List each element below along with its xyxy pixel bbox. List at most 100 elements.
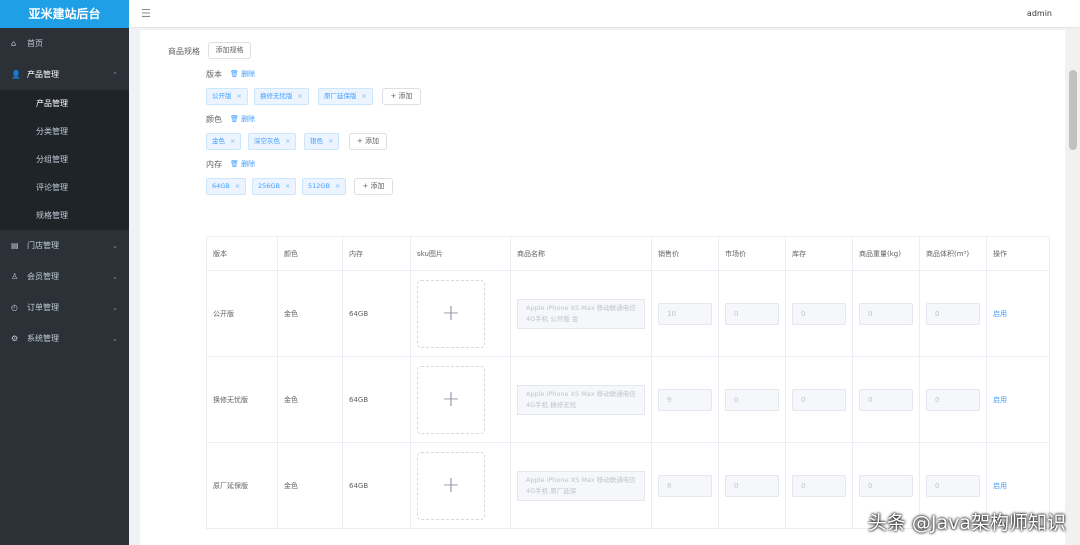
close-icon[interactable]: ×	[362, 92, 367, 100]
col-header: 操作	[986, 236, 1050, 271]
cell-name: Apple iPhone XS Max 移动联通电信4G手机 原厂延保	[510, 442, 652, 529]
market-price-input[interactable]: 0	[725, 474, 779, 497]
close-icon[interactable]: ×	[237, 92, 242, 100]
add-tag-button[interactable]: + 添加	[349, 133, 387, 150]
menu-store[interactable]: ▤ 门店管理 ⌄	[0, 230, 129, 261]
upload-image-button[interactable]: +	[417, 365, 485, 434]
submenu-group[interactable]: 分组管理	[0, 146, 129, 174]
cell-color: 金色	[277, 442, 343, 529]
volume-input[interactable]: 0	[926, 474, 980, 497]
cell-name: Apple iPhone XS Max 移动联通电信4G手机 公开版 金	[510, 270, 652, 357]
close-icon[interactable]: ×	[285, 137, 290, 145]
delete-spec-button[interactable]: 🗑 删除	[230, 69, 255, 79]
cell-image: +	[410, 270, 511, 357]
table-row: 换修无忧版 金色 64GB + Apple iPhone XS Max 移动联通…	[206, 356, 1050, 443]
spec-group-name: 颜色	[206, 115, 222, 124]
sidebar: 亚米建站后台 ⌂ 首页 👤 产品管理 ⌃ 产品管理 分类管理 分组管理 评论管理 规格…	[0, 0, 129, 545]
price-input[interactable]: 8	[658, 474, 712, 497]
col-header: 商品重量(kg)	[852, 236, 920, 271]
close-icon[interactable]: ×	[298, 92, 303, 100]
close-icon[interactable]: ×	[328, 137, 333, 145]
spec-tag: 公开版 ×	[206, 88, 248, 105]
menu-order[interactable]: ◴ 订单管理 ⌄	[0, 292, 129, 323]
submenu-category[interactable]: 分类管理	[0, 118, 129, 146]
upload-image-button[interactable]: +	[417, 279, 485, 348]
product-submenu: 产品管理 分类管理 分组管理 评论管理 规格管理	[0, 90, 129, 230]
submenu-review[interactable]: 评论管理	[0, 174, 129, 202]
spec-group-name: 内存	[206, 160, 222, 169]
cell-memory: 64GB	[342, 442, 411, 529]
volume-input[interactable]: 0	[926, 302, 980, 325]
menu-label: 订单管理	[27, 303, 59, 312]
price-input[interactable]: 10	[658, 302, 712, 325]
cell-volume: 0	[919, 270, 987, 357]
col-header: 颜色	[277, 236, 343, 271]
product-name-textarea[interactable]: Apple iPhone XS Max 移动联通电信4G手机 原厂延保	[517, 470, 645, 501]
sku-table: 版本 颜色 内存 sku图片 商品名称 销售价 市场价 库存 商品重量(kg) …	[206, 236, 1050, 529]
stock-input[interactable]: 0	[792, 302, 846, 325]
delete-spec-button[interactable]: 🗑 删除	[230, 114, 255, 124]
menu-product[interactable]: 👤 产品管理 ⌃	[0, 59, 129, 90]
cell-weight: 0	[852, 270, 920, 357]
hamburger-icon[interactable]: ☰	[141, 7, 151, 20]
enable-link[interactable]: 启用	[993, 396, 1007, 404]
upload-image-button[interactable]: +	[417, 451, 485, 520]
product-name-textarea[interactable]: Apple iPhone XS Max 移动联通电信4G手机 换修无忧	[517, 384, 645, 415]
enable-link[interactable]: 启用	[993, 310, 1007, 318]
user-menu[interactable]: admin	[1027, 9, 1052, 18]
cell-color: 金色	[277, 356, 343, 443]
tag-label: 换修无忧版	[260, 92, 293, 100]
cell-memory: 64GB	[342, 270, 411, 357]
cell-volume: 0	[919, 356, 987, 443]
cell-image: +	[410, 356, 511, 443]
spec-tag: 原厂延保版 ×	[318, 88, 373, 105]
delete-spec-button[interactable]: 🗑 删除	[230, 159, 255, 169]
close-icon[interactable]: ×	[235, 182, 240, 190]
weight-input[interactable]: 0	[859, 388, 913, 411]
col-header: 商品名称	[510, 236, 652, 271]
delete-label: 删除	[241, 160, 256, 168]
spec-tag: 深空灰色 ×	[248, 133, 297, 150]
cell-color: 金色	[277, 270, 343, 357]
add-spec-button[interactable]: 添加规格	[208, 42, 251, 59]
col-header: sku图片	[410, 236, 511, 271]
tag-label: 256GB	[258, 182, 280, 190]
submenu-product[interactable]: 产品管理	[0, 90, 129, 118]
close-icon[interactable]: ×	[335, 182, 340, 190]
tag-label: 公开版	[212, 92, 232, 100]
menu-system[interactable]: ⚙ 系统管理 ⌄	[0, 323, 129, 354]
close-icon[interactable]: ×	[230, 137, 235, 145]
volume-input[interactable]: 0	[926, 388, 980, 411]
cell-action: 启用	[986, 270, 1050, 357]
spec-group-name: 版本	[206, 70, 222, 79]
enable-link[interactable]: 启用	[993, 482, 1007, 490]
stock-input[interactable]: 0	[792, 474, 846, 497]
market-price-input[interactable]: 0	[725, 302, 779, 325]
menu-label: 会员管理	[27, 272, 59, 281]
col-header: 商品体积(m³)	[919, 236, 987, 271]
content-card: 商品规格 添加规格 版本 🗑 删除 公开版 × 换修无忧版 × 原厂延保版 × + 添…	[140, 30, 1065, 545]
col-header: 销售价	[651, 236, 719, 271]
menu-member[interactable]: ♙ 会员管理 ⌄	[0, 261, 129, 292]
weight-input[interactable]: 0	[859, 474, 913, 497]
submenu-spec[interactable]: 规格管理	[0, 202, 129, 230]
weight-input[interactable]: 0	[859, 302, 913, 325]
spec-tag: 银色 ×	[304, 133, 340, 150]
spec-tag: 256GB ×	[252, 178, 297, 195]
price-input[interactable]: 9	[658, 388, 712, 411]
order-icon: ◴	[11, 303, 18, 312]
add-tag-button[interactable]: + 添加	[354, 178, 393, 195]
market-price-input[interactable]: 0	[725, 388, 779, 411]
add-tag-button[interactable]: + 添加	[382, 88, 421, 105]
spec-tag: 64GB ×	[206, 178, 247, 195]
cell-image: +	[410, 442, 511, 529]
menu-home[interactable]: ⌂ 首页	[0, 28, 129, 59]
cell-version: 换修无忧版	[206, 356, 278, 443]
scrollbar-thumb[interactable]	[1069, 70, 1077, 150]
home-icon: ⌂	[11, 39, 17, 48]
product-name-textarea[interactable]: Apple iPhone XS Max 移动联通电信4G手机 公开版 金	[517, 298, 645, 329]
menu-label: 系统管理	[27, 334, 59, 343]
scrollbar[interactable]	[1066, 28, 1080, 545]
stock-input[interactable]: 0	[792, 388, 846, 411]
close-icon[interactable]: ×	[285, 182, 290, 190]
